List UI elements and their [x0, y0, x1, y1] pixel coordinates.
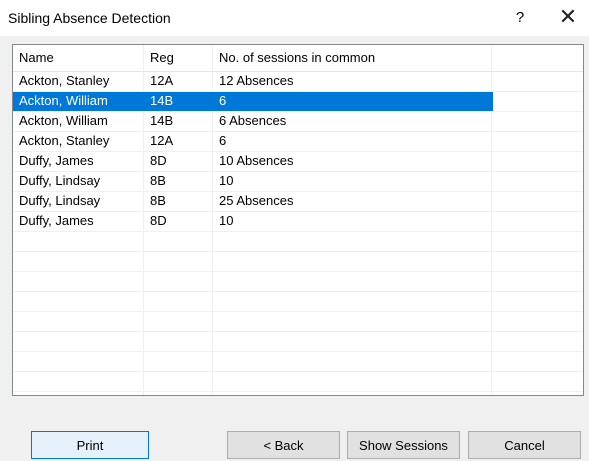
cell-reg: 8D	[150, 213, 167, 228]
row-divider	[13, 91, 583, 92]
list-header: Name Reg No. of sessions in common	[13, 45, 583, 72]
row-divider	[13, 211, 583, 212]
cell-sessions: 25 Absences	[219, 193, 294, 208]
close-button[interactable]: ✕	[551, 4, 585, 30]
cell-reg: 14B	[150, 93, 174, 108]
window-title: Sibling Absence Detection	[8, 10, 171, 26]
cell-reg: 8D	[150, 153, 167, 168]
cell-sessions: 6	[219, 93, 227, 108]
row-divider	[13, 351, 583, 352]
cell-reg: 8B	[150, 193, 166, 208]
row-divider	[13, 191, 583, 192]
table-row[interactable]: Ackton, Stanley 12A 12 Absences	[13, 71, 493, 91]
row-divider	[13, 391, 583, 392]
table-row[interactable]: Ackton, Stanley 12A 6	[13, 131, 493, 151]
row-divider	[13, 311, 583, 312]
row-divider	[13, 251, 583, 252]
row-divider	[13, 371, 583, 372]
cell-sessions: 10	[219, 213, 234, 228]
cell-name: Duffy, James	[19, 213, 94, 228]
cell-name: Duffy, James	[19, 153, 94, 168]
cell-name: Ackton, William	[19, 113, 108, 128]
table-row[interactable]: Duffy, Lindsay 8B 25 Absences	[13, 191, 493, 211]
row-divider	[13, 331, 583, 332]
cell-sessions: 10	[219, 173, 234, 188]
row-divider	[13, 291, 583, 292]
cell-name: Ackton, Stanley	[19, 73, 110, 88]
cell-sessions: 6 Absences	[219, 113, 287, 128]
table-row[interactable]: Ackton, William 14B 6	[13, 91, 493, 111]
cell-reg: 12A	[150, 73, 174, 88]
row-divider	[13, 231, 583, 232]
table-row[interactable]: Duffy, James 8D 10	[13, 211, 493, 231]
cell-name: Ackton, William	[19, 93, 108, 108]
column-header-name[interactable]: Name	[13, 45, 54, 71]
title-bar: Sibling Absence Detection ? ✕	[0, 0, 589, 36]
row-divider	[13, 171, 583, 172]
column-header-sessions[interactable]: No. of sessions in common	[213, 45, 375, 71]
cell-name: Duffy, Lindsay	[19, 193, 101, 208]
print-button[interactable]: Print	[31, 431, 149, 459]
table-row[interactable]: Ackton, William 14B 6 Absences	[13, 111, 493, 131]
help-button[interactable]: ?	[506, 6, 534, 30]
cell-reg: 12A	[150, 133, 174, 148]
table-row[interactable]: Duffy, Lindsay 8B 10	[13, 171, 493, 191]
row-divider	[13, 131, 583, 132]
cell-sessions: 10 Absences	[219, 153, 294, 168]
column-header-reg[interactable]: Reg	[144, 45, 174, 71]
cell-name: Duffy, Lindsay	[19, 173, 101, 188]
cell-reg: 8B	[150, 173, 166, 188]
cell-name: Ackton, Stanley	[19, 133, 110, 148]
cell-sessions: 12 Absences	[219, 73, 294, 88]
sibling-list[interactable]: Name Reg No. of sessions in common Ackto…	[12, 44, 584, 396]
row-divider	[13, 151, 583, 152]
back-button[interactable]: < Back	[227, 431, 340, 459]
show-sessions-button[interactable]: Show Sessions	[347, 431, 460, 459]
cell-reg: 14B	[150, 113, 174, 128]
cell-sessions: 6	[219, 133, 227, 148]
row-divider	[13, 111, 583, 112]
row-divider	[13, 271, 583, 272]
table-row[interactable]: Duffy, James 8D 10 Absences	[13, 151, 493, 171]
cancel-button[interactable]: Cancel	[468, 431, 581, 459]
